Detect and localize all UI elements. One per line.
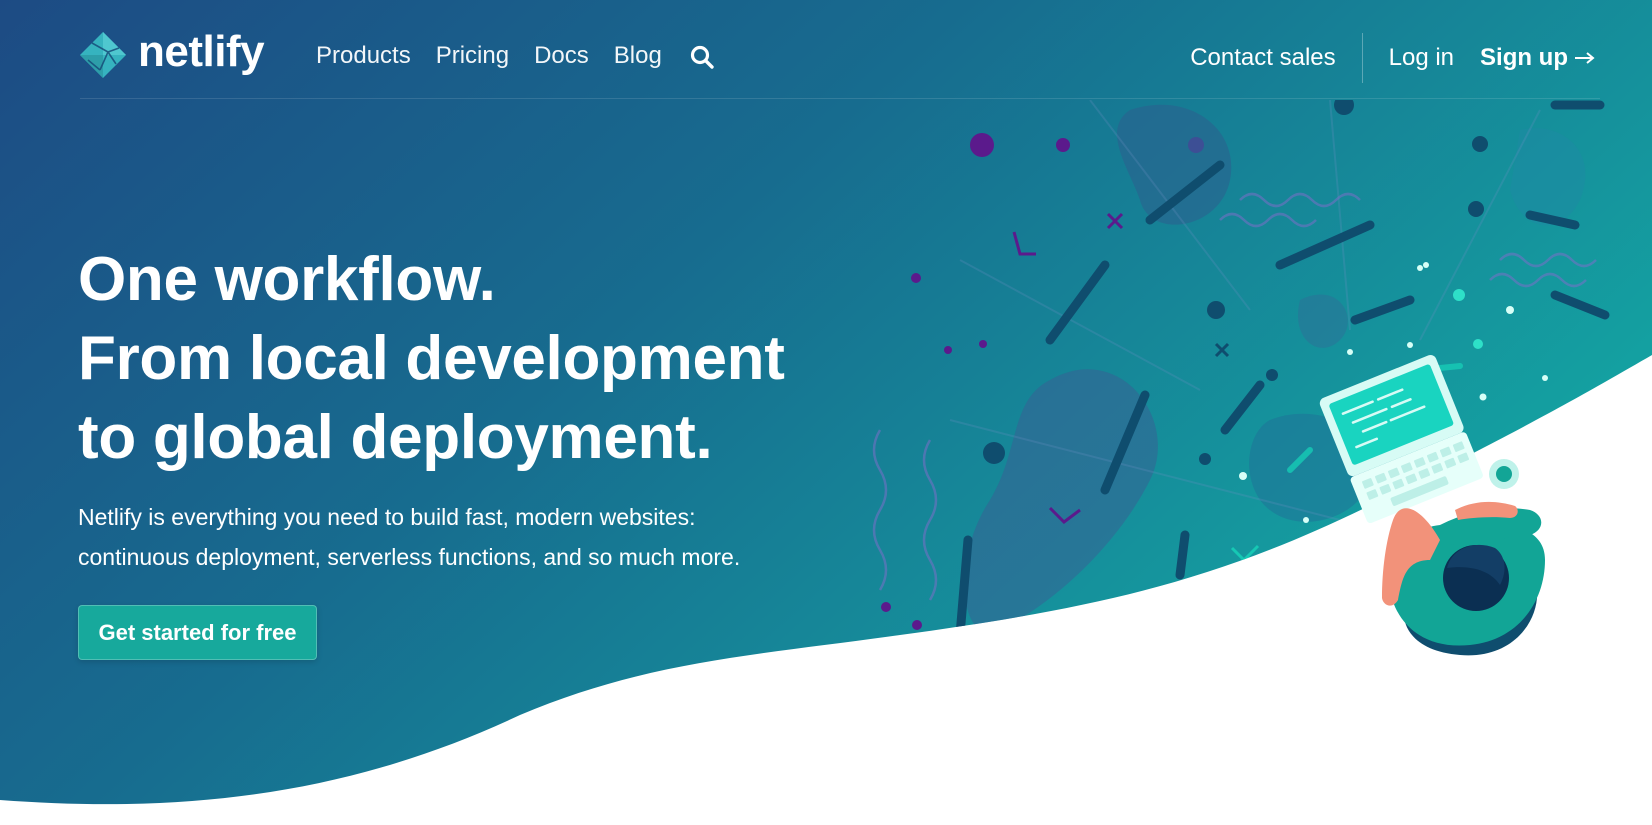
- nav-divider-vertical: [1361, 33, 1363, 83]
- nav-item-products[interactable]: Products: [316, 44, 411, 68]
- signup-link[interactable]: Sign up: [1480, 44, 1596, 72]
- headline-line: From local development: [78, 324, 785, 393]
- description-line: Netlify is everything you need to build …: [78, 504, 696, 530]
- login-link[interactable]: Log in: [1389, 44, 1454, 72]
- headline-line: One workflow.: [78, 245, 496, 314]
- nav-item-blog[interactable]: Blog: [614, 44, 662, 68]
- arrow-right-icon: [1575, 52, 1595, 64]
- netlify-diamond-icon: [80, 32, 126, 78]
- headline-line: to global deployment.: [78, 403, 713, 472]
- hero-headline: One workflow. From local development to …: [78, 240, 878, 477]
- primary-nav: Products Pricing Docs Blog: [316, 42, 715, 70]
- nav-item-docs[interactable]: Docs: [534, 44, 589, 68]
- description-line: continuous deployment, serverless functi…: [78, 544, 741, 570]
- hero-copy: One workflow. From local development to …: [78, 240, 878, 577]
- hero-description: Netlify is everything you need to build …: [78, 497, 878, 577]
- nav-divider-horizontal: [80, 98, 1600, 99]
- search-icon[interactable]: [689, 44, 715, 70]
- netlify-homepage: netlify Products Pricing Docs Blog Conta…: [0, 0, 1652, 825]
- brand-name: netlify: [138, 27, 265, 76]
- contact-sales-link[interactable]: Contact sales: [1190, 44, 1335, 72]
- netlify-logo-link[interactable]: netlify: [78, 27, 265, 80]
- get-started-button[interactable]: Get started for free: [78, 605, 317, 660]
- nav-item-pricing[interactable]: Pricing: [436, 44, 509, 68]
- account-nav: Contact sales Log in Sign up: [1190, 33, 1596, 83]
- top-navigation: netlify Products Pricing Docs Blog Conta…: [0, 0, 1652, 100]
- signup-label: Sign up: [1480, 44, 1568, 71]
